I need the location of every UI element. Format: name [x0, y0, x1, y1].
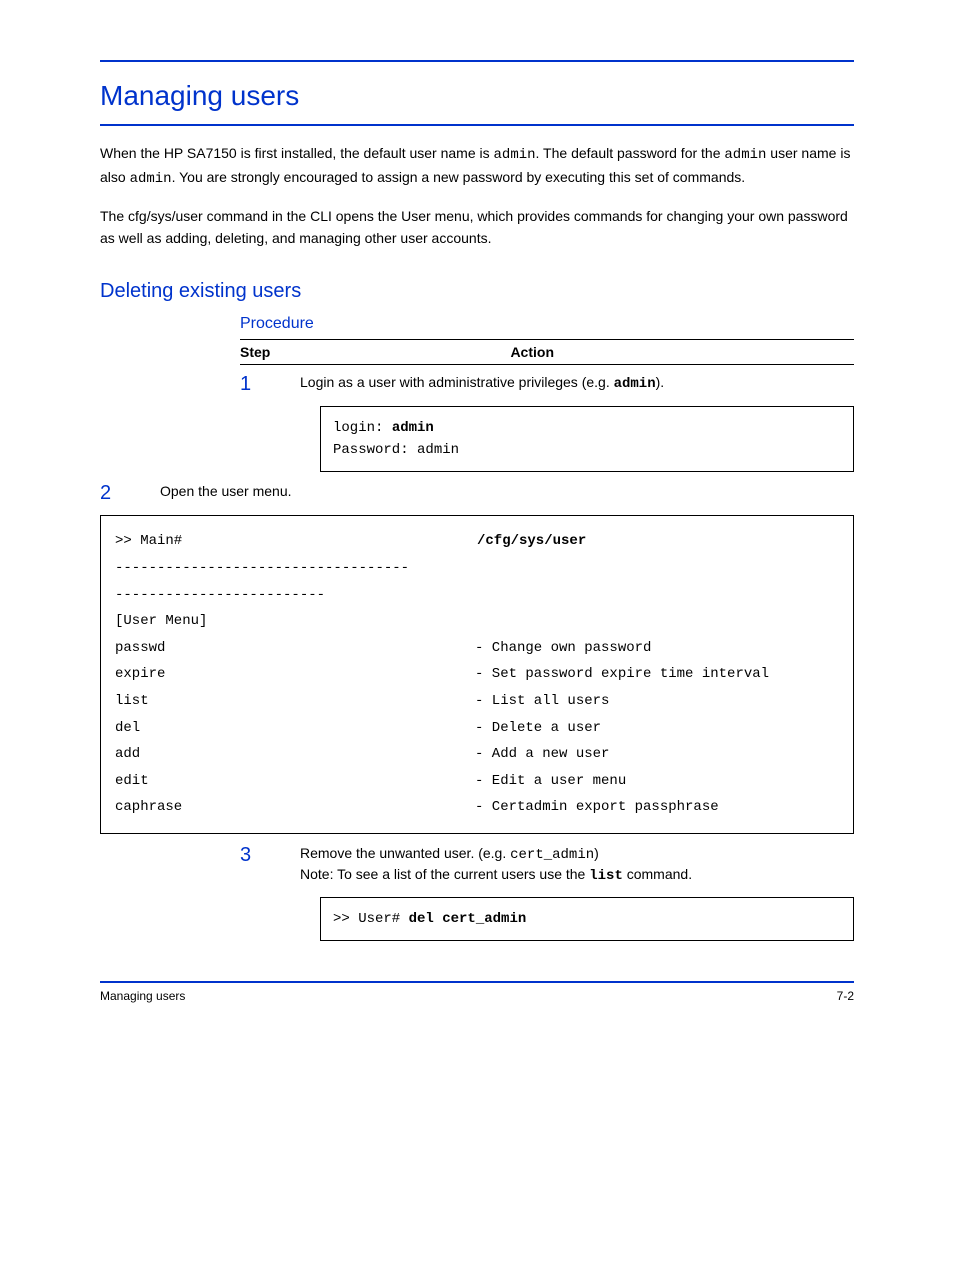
login-line1-a: login:: [333, 420, 392, 436]
um-desc-1: - Set password expire time interval: [475, 661, 839, 688]
del-prompt: >> User#: [333, 911, 409, 927]
section-title: Managing users: [100, 60, 854, 126]
procedure-heading: Procedure: [240, 315, 854, 333]
footer-right: 7-2: [837, 989, 854, 1003]
step-1-text: Login as a user with administrative priv…: [300, 373, 854, 396]
um-desc-2: - List all users: [475, 688, 839, 715]
user-menu-row-5: edit- Edit a user menu: [115, 768, 839, 795]
user-menu-label: [User Menu]: [115, 608, 839, 635]
um-cmd-6: caphrase: [115, 794, 475, 821]
user-menu-dashes1: -----------------------------------: [115, 555, 839, 582]
login-codebox: login: admin Password: admin: [320, 406, 854, 473]
intro-admin-3: admin: [130, 171, 172, 187]
step-2-text: Open the user menu.: [160, 482, 854, 505]
step-2-num: 2: [100, 482, 160, 505]
um-cmd-5: edit: [115, 768, 475, 795]
page-footer: Managing users 7-2: [100, 981, 854, 1003]
step3-note-a: Note: To see a list of the current users…: [300, 866, 589, 882]
intro-p1-a: When the HP SA7150 is first installed, t…: [100, 145, 494, 161]
login-line1: login: admin: [333, 417, 841, 439]
user-menu-row-3: del- Delete a user: [115, 715, 839, 742]
step-2-row: 2 Open the user menu.: [100, 482, 854, 505]
intro-p1-d: . You are strongly encouraged to assign …: [172, 169, 746, 185]
steps-header-row: Step Action: [240, 339, 854, 365]
step-3-text: Remove the unwanted user. (e.g. cert_adm…: [300, 844, 854, 887]
step-3-row: 3 Remove the unwanted user. (e.g. cert_a…: [240, 844, 854, 887]
del-codebox: >> User# del cert_admin: [320, 897, 854, 941]
steps-head-right: Action: [510, 344, 554, 360]
step3-text-b: ): [594, 845, 599, 861]
um-cmd-3: del: [115, 715, 475, 742]
user-menu-row-0: passwd- Change own password: [115, 635, 839, 662]
um-desc-3: - Delete a user: [475, 715, 839, 742]
user-menu-prompt: >> Main#: [115, 528, 477, 555]
step-3-num: 3: [240, 844, 300, 887]
intro-paragraph-2: The cfg/sys/user command in the CLI open…: [100, 205, 854, 250]
um-cmd-4: add: [115, 741, 475, 768]
um-desc-5: - Edit a user menu: [475, 768, 839, 795]
intro-p1-b: . The default password for the: [536, 145, 725, 161]
intro-admin-1: admin: [494, 147, 536, 163]
um-cmd-1: expire: [115, 661, 475, 688]
steps-head-left: Step: [240, 344, 270, 360]
footer-left: Managing users: [100, 989, 185, 1003]
deleting-heading: Deleting existing users: [100, 280, 854, 303]
user-menu-codebox: >> Main# /cfg/sys/user -----------------…: [100, 515, 854, 834]
step3-list: list: [589, 868, 623, 884]
um-cmd-2: list: [115, 688, 475, 715]
intro-admin-2: admin: [724, 147, 766, 163]
step-1-row: 1 Login as a user with administrative pr…: [240, 373, 854, 396]
user-menu-row-6: caphrase- Certadmin export passphrase: [115, 794, 839, 821]
um-desc-0: - Change own password: [475, 635, 839, 662]
login-line1-b: admin: [392, 420, 434, 436]
user-menu-row-4: add- Add a new user: [115, 741, 839, 768]
step3-note-b: command.: [623, 866, 692, 882]
user-menu-row-1: expire- Set password expire time interva…: [115, 661, 839, 688]
user-menu-prompt-row: >> Main# /cfg/sys/user: [115, 528, 839, 555]
page-content: Managing users When the HP SA7150 is fir…: [0, 0, 954, 1043]
step1-text-b: ).: [656, 374, 665, 390]
um-desc-4: - Add a new user: [475, 741, 839, 768]
del-cmd: del cert_admin: [409, 911, 527, 927]
user-menu-row-2: list- List all users: [115, 688, 839, 715]
um-cmd-0: passwd: [115, 635, 475, 662]
um-desc-6: - Certadmin export passphrase: [475, 794, 839, 821]
user-menu-cmd: /cfg/sys/user: [477, 528, 839, 555]
step3-text-a: Remove the unwanted user. (e.g.: [300, 845, 510, 861]
intro-paragraph-1: When the HP SA7150 is first installed, t…: [100, 142, 854, 191]
step3-user: cert_admin: [510, 847, 594, 863]
login-line2: Password: admin: [333, 439, 841, 461]
step1-text-a: Login as a user with administrative priv…: [300, 374, 614, 390]
step-1-num: 1: [240, 373, 300, 396]
step1-admin: admin: [614, 376, 656, 392]
user-menu-dashes2: -------------------------: [115, 582, 839, 609]
